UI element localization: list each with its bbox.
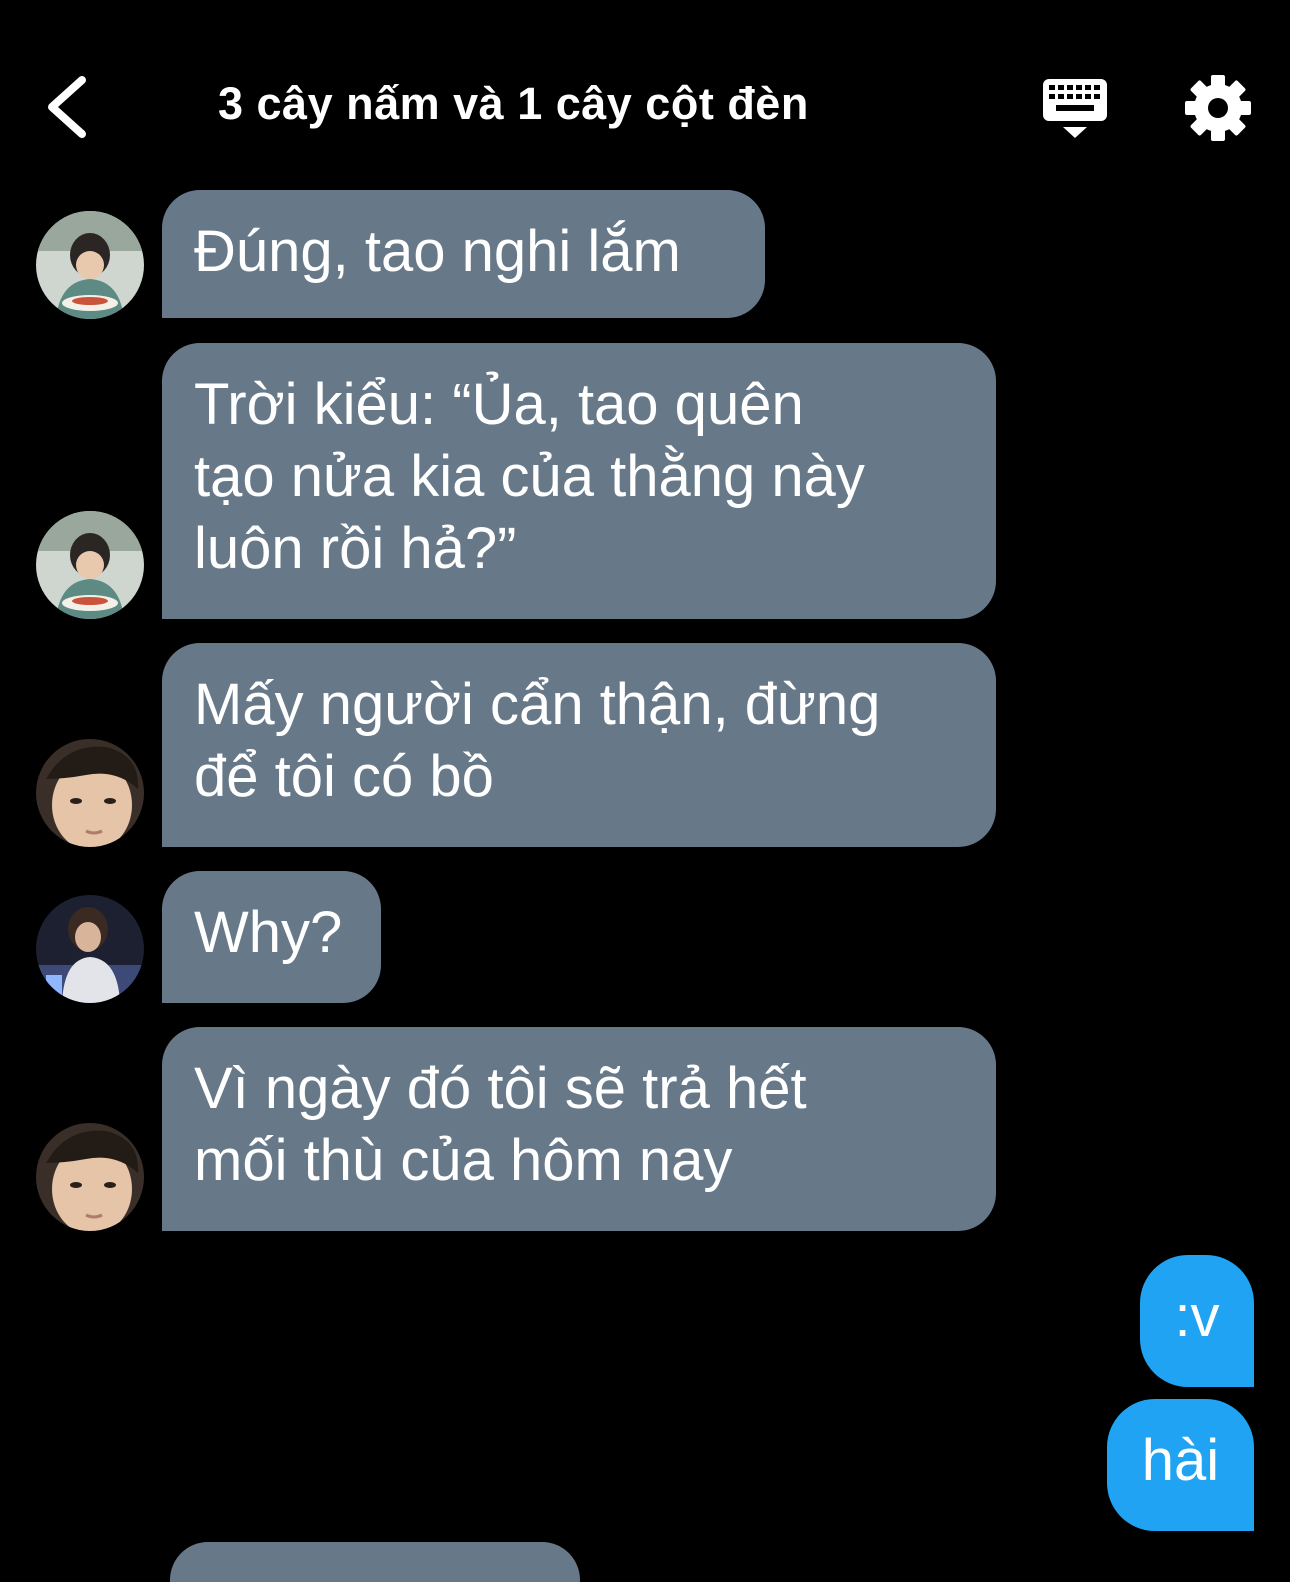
avatar[interactable] [36, 895, 144, 1003]
chevron-left-icon [48, 76, 86, 138]
back-button[interactable] [30, 60, 120, 150]
chat-title: 3 cây nấm và 1 cây cột đèn [218, 78, 809, 129]
avatar[interactable] [36, 511, 144, 619]
avatar[interactable] [36, 739, 144, 847]
avatar-face-closeup-icon [36, 1123, 144, 1231]
incoming-message-bubble[interactable]: Mấy người cẩn thận, đừng để tôi có bồ [162, 643, 996, 847]
gear-icon [1185, 75, 1251, 141]
outgoing-message-bubble[interactable]: hài [1107, 1399, 1254, 1531]
avatar[interactable] [36, 1123, 144, 1231]
outgoing-message-bubble[interactable]: :v [1140, 1255, 1254, 1387]
incoming-message-bubble[interactable]: Vì ngày đó tôi sẽ trả hết mối thù của hô… [162, 1027, 996, 1231]
keyboard-icon [1043, 79, 1107, 138]
avatar-person-eating-icon [36, 511, 144, 619]
avatar-person-stage-icon [36, 895, 144, 1003]
keyboard-button[interactable] [1040, 74, 1110, 144]
incoming-message-bubble[interactable]: Trời kiểu: “Ủa, tao quên tạo nửa kia của… [162, 343, 996, 619]
incoming-message-bubble[interactable]: Đúng, tao nghi lắm [162, 190, 765, 318]
chat-header: 3 cây nấm và 1 cây cột đèn [0, 0, 1290, 190]
avatar-person-eating-icon [36, 211, 144, 319]
avatar-face-closeup-icon [36, 739, 144, 847]
partial-message-bubble [170, 1542, 580, 1582]
incoming-message-bubble[interactable]: Why? [162, 871, 381, 1003]
avatar[interactable] [36, 211, 144, 319]
settings-button[interactable] [1182, 72, 1254, 144]
